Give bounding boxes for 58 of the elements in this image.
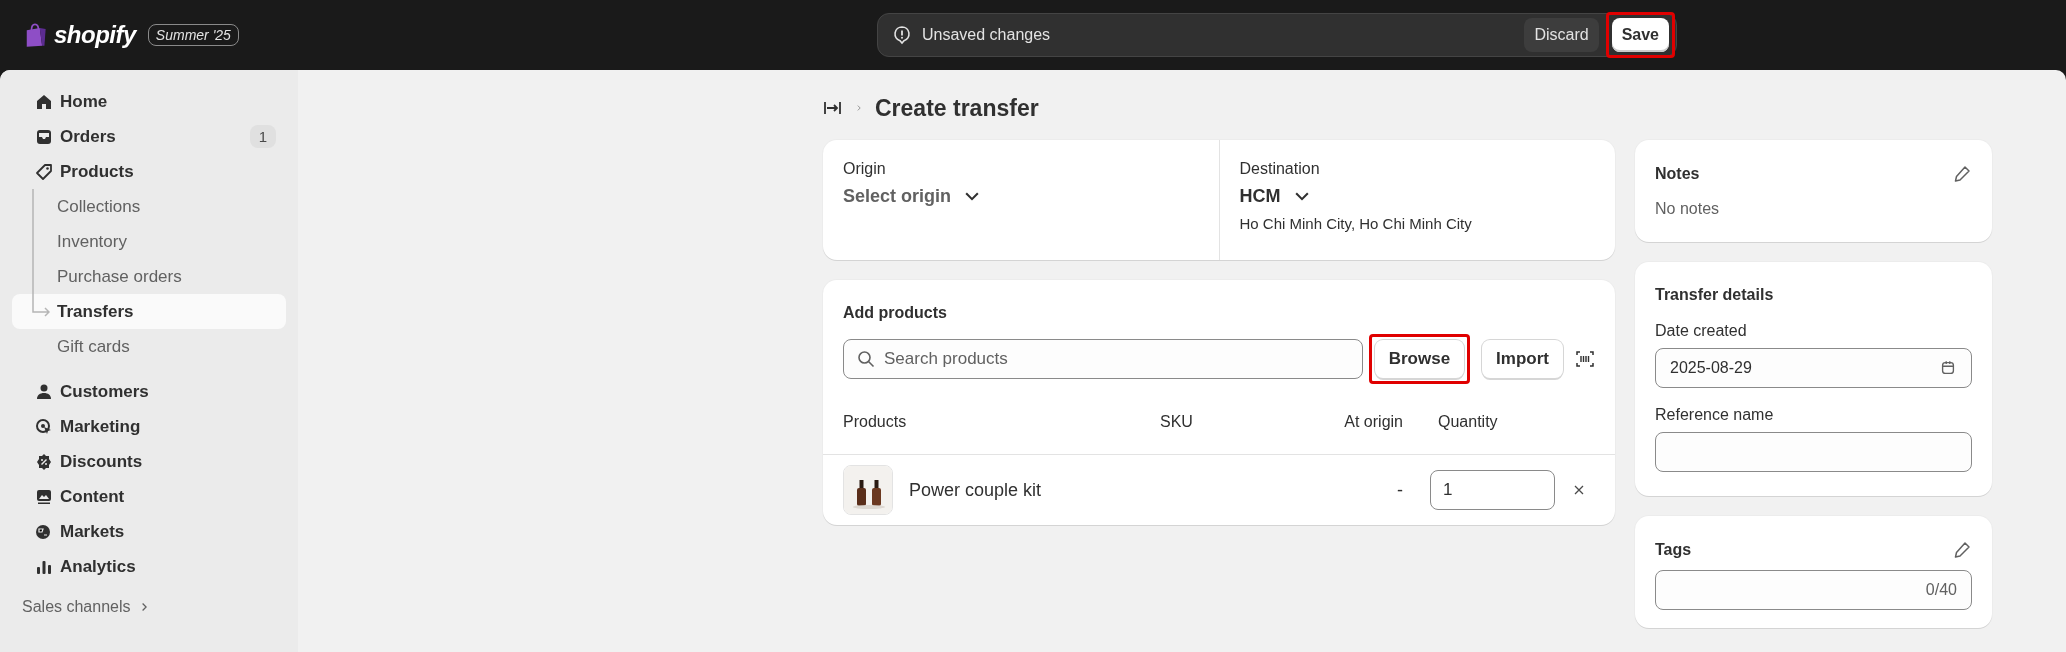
sidebar-item[interactable]: Discounts — [12, 444, 286, 479]
destination-address: Ho Chi Minh City, Ho Chi Minh City — [1239, 215, 1473, 232]
sidebar-subitem[interactable]: Gift cards — [12, 329, 286, 364]
browse-button[interactable]: Browse — [1374, 340, 1465, 378]
sidebar-subitem[interactable]: Collections — [12, 189, 286, 224]
chevron-down-icon — [965, 192, 980, 201]
sidebar-item[interactable]: Markets — [12, 514, 286, 549]
column-header: At origin — [1343, 412, 1403, 432]
column-header: SKU — [1160, 412, 1194, 432]
tag-icon — [34, 161, 54, 182]
card-title: Transfer details — [1655, 286, 1775, 304]
sidebar-subitem[interactable]: Purchase orders — [12, 259, 286, 294]
calendar-icon — [1939, 359, 1957, 377]
count-badge: 1 — [249, 125, 276, 148]
pencil-icon — [1952, 164, 1972, 184]
sidebar-item[interactable]: Customers — [12, 374, 286, 409]
search-icon — [856, 349, 876, 369]
field-label: Destination — [1239, 160, 1321, 178]
search-field[interactable]: Search products — [843, 339, 1363, 379]
tags-field[interactable]: 0/40 — [1655, 570, 1972, 610]
discount-icon — [34, 451, 54, 472]
column-header: Quantity — [1437, 412, 1499, 432]
product-name: Power couple kit — [909, 479, 1042, 501]
save-button[interactable]: Save — [1611, 18, 1669, 52]
discard-button[interactable]: Discard — [1524, 18, 1599, 52]
sidebar-item[interactable]: Analytics — [12, 549, 286, 584]
page-title: Create transfer — [875, 94, 1039, 122]
sidebar-item[interactable]: Home — [12, 84, 286, 119]
destination-select[interactable]: HCM — [1239, 186, 1309, 207]
quantity-field[interactable]: 1 — [1430, 470, 1555, 510]
sales-channels-link[interactable]: Sales channels — [12, 598, 286, 616]
card-title: Add products — [843, 304, 948, 322]
alert-icon — [892, 25, 912, 45]
card-title: Notes — [1655, 165, 1700, 183]
sidebar-item[interactable]: Orders 1 — [12, 119, 286, 154]
card-title: Tags — [1655, 541, 1692, 559]
pencil-icon — [1952, 540, 1972, 560]
stock-cell: - — [1397, 479, 1403, 501]
notes-text: No notes — [1655, 200, 1721, 218]
field-label: Date created — [1655, 322, 1748, 340]
sidebar-item[interactable]: Products — [12, 154, 286, 189]
text-field[interactable] — [1655, 432, 1972, 472]
logo-wordmark[interactable]: shopify — [54, 21, 136, 49]
tree-arrow-icon — [32, 294, 50, 317]
date-field[interactable]: 2025-08-29 — [1655, 348, 1972, 388]
edition-badge: Summer '25 — [147, 24, 239, 46]
sidebar-subitem[interactable]: Transfers — [12, 294, 286, 329]
import-button[interactable]: Import — [1482, 340, 1563, 378]
field-label: Origin — [843, 160, 887, 178]
origin-select[interactable]: Select origin — [843, 186, 980, 207]
column-header: Products — [843, 412, 908, 432]
sidebar-item[interactable]: Content — [12, 479, 286, 514]
field-label: Reference name — [1655, 406, 1775, 424]
chevron-down-icon — [1294, 192, 1309, 201]
barcode-scan-icon — [1575, 349, 1595, 369]
unsaved-message: Unsaved changes — [922, 26, 1052, 44]
sidebar-subitem[interactable]: Inventory — [12, 224, 286, 259]
sidebar-item[interactable]: Marketing — [12, 409, 286, 444]
